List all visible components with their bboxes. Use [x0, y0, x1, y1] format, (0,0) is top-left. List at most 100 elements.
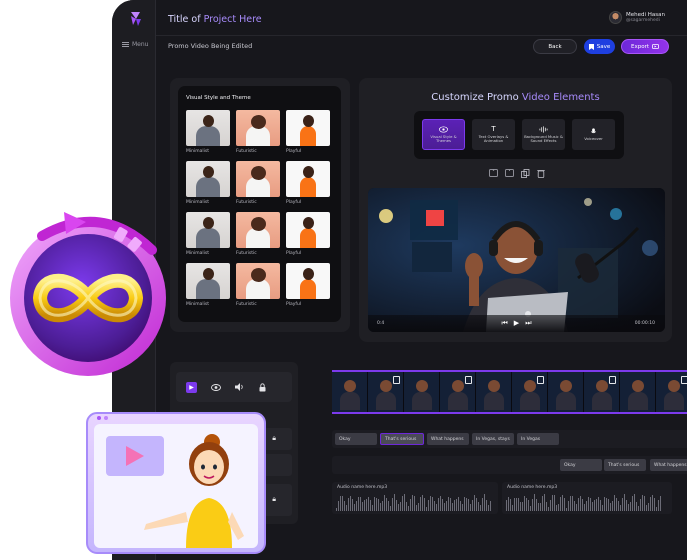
audio-clip-label: Audio name here.mp3: [507, 485, 558, 490]
video-frame-thumbnail: [368, 372, 404, 412]
tab-text-overlays[interactable]: T Text Overlays & Animation: [472, 119, 515, 150]
style-thumbnail[interactable]: Minimalist: [186, 161, 230, 212]
style-thumbnail-label: Minimalist: [186, 200, 209, 205]
export-label: Export: [630, 43, 649, 50]
skip-back-icon[interactable]: ⏮: [501, 319, 507, 328]
style-thumbnail[interactable]: Playful: [286, 161, 330, 212]
style-thumbnail-label: Futuristic: [236, 302, 257, 307]
text-clip[interactable]: In Vegas: [517, 433, 559, 445]
text-clip[interactable]: What happens: [427, 433, 469, 445]
style-thumbnail[interactable]: Playful: [286, 263, 330, 314]
skip-forward-icon[interactable]: ⏭: [525, 319, 531, 328]
style-thumbnail-label: Playful: [286, 200, 302, 205]
video-track[interactable]: [332, 370, 687, 414]
style-thumbnail-image: [286, 110, 330, 146]
chevron-up-icon[interactable]: ˄: [489, 169, 498, 177]
export-icon: [652, 44, 659, 49]
style-thumbnail-image: [186, 161, 230, 197]
text-clip[interactable]: What happens: [650, 459, 687, 471]
style-thumbnail-image: [186, 110, 230, 146]
style-thumbnail[interactable]: Minimalist: [186, 110, 230, 161]
video-frame-image: [368, 188, 665, 332]
style-thumbnail-label: Minimalist: [186, 149, 209, 154]
style-thumbnail[interactable]: Playful: [286, 212, 330, 263]
waveform-icon: [539, 125, 548, 133]
back-button[interactable]: Back: [533, 39, 577, 54]
style-thumbnail-label: Minimalist: [186, 302, 209, 307]
tab-label: Background Music & Sound Effects: [524, 133, 563, 143]
style-thumbnail-image: [286, 263, 330, 299]
tab-label: Visual Style & Themes: [430, 133, 457, 143]
text-clip[interactable]: Okay: [335, 433, 377, 445]
tab-visual-style[interactable]: Visual Style & Themes: [422, 119, 465, 150]
stage: Menu Title of Project Here Mehedi Hasan …: [0, 0, 687, 560]
style-thumbnail-image: [186, 212, 230, 248]
text-clip[interactable]: In Vegas, stays: [472, 433, 514, 445]
hamburger-icon: [122, 42, 129, 47]
trash-icon[interactable]: [537, 169, 545, 178]
chevron-down-icon[interactable]: ˅: [505, 169, 514, 177]
audio-clip[interactable]: Audio name here.mp3: [332, 482, 498, 514]
tab-voiceover[interactable]: Voiceover: [572, 119, 615, 150]
bookmark-icon: [588, 43, 594, 50]
copy-icon[interactable]: [521, 169, 530, 178]
style-thumbnail-image: [236, 110, 280, 146]
audio-track[interactable]: Audio name here.mp3 Audio name here.mp3: [332, 482, 687, 514]
volume-icon[interactable]: [235, 383, 245, 391]
tab-background-music[interactable]: Background Music & Sound Effects: [522, 119, 565, 150]
back-label: Back: [548, 43, 562, 50]
video-frame-thumbnail: [584, 372, 620, 412]
video-frame-thumbnail: [332, 372, 368, 412]
project-title[interactable]: Title of Project Here: [168, 14, 262, 25]
text-track-2[interactable]: Okay That's serious What happens: [332, 456, 687, 474]
style-thumbnail[interactable]: Futuristic: [236, 212, 280, 263]
style-thumbnail[interactable]: Futuristic: [236, 110, 280, 161]
style-thumbnail-image: [236, 212, 280, 248]
video-frame-thumbnail: [656, 372, 687, 412]
user-profile[interactable]: Mehedi Hasan @sagarmehedi: [609, 11, 665, 24]
visual-style-panel: Visual Style and Theme Minimalist Futuris…: [178, 86, 341, 322]
track-controls: ▶: [176, 372, 292, 402]
export-button[interactable]: Export: [621, 39, 669, 54]
play-icon[interactable]: ▶: [186, 381, 197, 393]
text-icon: T: [491, 124, 496, 133]
lock-icon[interactable]: [259, 382, 266, 392]
sub-header: Promo Video Being Edited Back Save Expor…: [156, 36, 687, 58]
top-bar: Title of Project Here Mehedi Hasan @saga…: [156, 0, 687, 36]
style-thumbnail-label: Futuristic: [236, 251, 257, 256]
video-frame-thumbnail: [404, 372, 440, 412]
element-tabs: Visual Style & Themes T Text Overlays & …: [414, 111, 624, 159]
video-frame-thumbnail: [512, 372, 548, 412]
customize-title: Customize Promo Video Elements: [359, 92, 672, 103]
save-button[interactable]: Save: [584, 39, 615, 54]
style-thumbnail[interactable]: Futuristic: [236, 161, 280, 212]
video-preview[interactable]: 0:4 ⏮ ▶ ⏭ 00:00:10: [368, 188, 665, 332]
presenter-illustration: [86, 412, 266, 554]
text-clip[interactable]: That's serious: [380, 433, 424, 445]
style-thumbnail[interactable]: Minimalist: [186, 263, 230, 314]
text-clip[interactable]: That's serious: [604, 459, 646, 471]
lock-icon[interactable]: 🔒︎: [272, 434, 276, 443]
project-title-accent: Project Here: [203, 14, 262, 25]
customize-title-prefix: Customize Promo: [431, 92, 522, 103]
style-thumbnail[interactable]: Playful: [286, 110, 330, 161]
lock-icon[interactable]: 🔒︎: [272, 495, 276, 504]
eye-icon: [439, 125, 448, 133]
play-icon[interactable]: ▶: [514, 319, 519, 328]
text-clip[interactable]: Okay: [560, 459, 602, 471]
video-frame-thumbnail: [476, 372, 512, 412]
style-thumbnail-label: Futuristic: [236, 149, 257, 154]
style-thumbnail-image: [236, 161, 280, 197]
eye-icon[interactable]: [211, 383, 221, 391]
video-frame-thumbnail: [548, 372, 584, 412]
style-thumbnail[interactable]: Futuristic: [236, 263, 280, 314]
tab-label: Voiceover: [584, 135, 603, 141]
style-thumbnail-image: [286, 161, 330, 197]
style-thumbnail-image: [186, 263, 230, 299]
style-thumbnail[interactable]: Minimalist: [186, 212, 230, 263]
audio-clip[interactable]: Audio name here.mp3: [502, 482, 672, 514]
menu-button[interactable]: Menu: [122, 41, 148, 48]
user-name: Mehedi Hasan: [626, 11, 665, 18]
text-track[interactable]: Okay That's serious What happens In Vegas, …: [332, 430, 687, 448]
tab-label: Text Overlays & Animation: [478, 133, 509, 143]
